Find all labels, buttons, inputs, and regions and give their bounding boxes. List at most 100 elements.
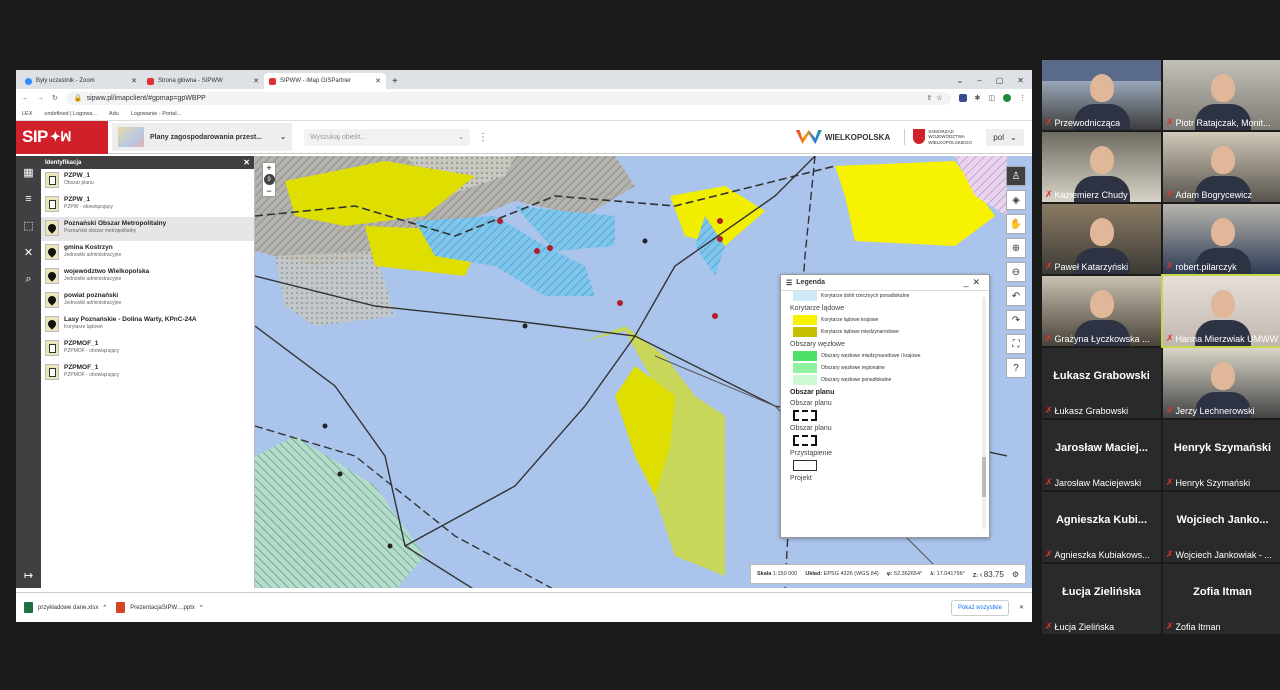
- participant-tile[interactable]: Łukasz Grabowski ✗ Łukasz Grabowski: [1042, 348, 1161, 418]
- tab-zoom[interactable]: Były uczestnik - Zoom ✕: [20, 73, 142, 89]
- map-point-marker[interactable]: [497, 218, 503, 224]
- identify-result-item[interactable]: PZPW_1 Obszar planu: [41, 169, 254, 193]
- back-icon[interactable]: ←: [22, 95, 29, 102]
- bookmark-lex[interactable]: LEX: [22, 111, 32, 117]
- redo-icon[interactable]: ↷: [1006, 310, 1026, 330]
- download-item[interactable]: przykładowe dane.xlsx ^: [24, 602, 106, 613]
- menu-icon[interactable]: ⋮: [1019, 94, 1026, 102]
- minimize-icon[interactable]: –: [977, 76, 981, 85]
- participant-tile[interactable]: ✗ Grażyna Łyczkowska ...: [1042, 276, 1161, 346]
- help-icon[interactable]: ?: [1006, 358, 1026, 378]
- participant-tile[interactable]: ✗ Hanna Mierzwiak UMWW: [1161, 274, 1280, 348]
- close-icon[interactable]: ✕: [243, 158, 250, 167]
- pin-icon: [46, 222, 58, 234]
- participant-tile[interactable]: Łucja Zielińska ✗ Łucja Zielińska: [1042, 564, 1161, 634]
- identify-result-item[interactable]: gmina Kostrzyn Jednostki administracyjne: [41, 241, 254, 265]
- tab-strona-glowna[interactable]: Strona główna - SIPWW ✕: [142, 73, 264, 89]
- address-bar[interactable]: 🔒 sipww.pl/imapclient/#gpmap=gpWBPP ⇪ ☆: [65, 91, 951, 105]
- legend-body[interactable]: Korytarze doliń rzecznych ponadlokalne K…: [781, 291, 989, 537]
- close-icon[interactable]: ✕: [375, 77, 381, 85]
- identify-result-item[interactable]: Poznański Obszar Metropolitalny Poznański…: [41, 217, 254, 241]
- share-icon[interactable]: ⇪: [926, 94, 932, 102]
- close-icon[interactable]: ✕: [253, 77, 259, 85]
- bookmark-logowanie[interactable]: undefined | Logowa...: [44, 111, 97, 117]
- forward-icon[interactable]: →: [37, 95, 44, 102]
- layer-selector[interactable]: Plany zagospodarowania przest... ⌄: [112, 123, 292, 151]
- participant-tile[interactable]: Wojciech Janko... ✗ Wojciech Jankowiak - .…: [1163, 492, 1280, 562]
- scale-value[interactable]: 1:150 000: [773, 571, 797, 577]
- participant-tile[interactable]: Agnieszka Kubi... ✗ Agnieszka Kubiakows...: [1042, 492, 1161, 562]
- participant-tile[interactable]: ✗ Piotr Ratajczak, Monit...: [1163, 60, 1280, 130]
- participant-tile[interactable]: ✗ Kaziemierz Chudy: [1042, 132, 1161, 202]
- show-all-downloads-button[interactable]: Pokaż wszystkie: [950, 599, 1009, 616]
- participant-tile[interactable]: Zofia Itman ✗ Zofia Itman: [1163, 564, 1280, 634]
- search-input[interactable]: Wyszukaj obiekt... ⌄: [304, 128, 470, 146]
- more-options-icon[interactable]: ⋮: [478, 132, 488, 143]
- zoom-out-icon[interactable]: ⊖: [1006, 262, 1026, 282]
- puzzle-icon[interactable]: ✱: [975, 94, 981, 102]
- result-title: gmina Kostrzyn: [64, 244, 113, 251]
- fullscreen-icon[interactable]: ⛶: [1006, 334, 1026, 354]
- chevron-down-icon: ⌄: [1009, 132, 1017, 142]
- participant-tile[interactable]: Jarosław Maciej... ✗ Jarosław Maciejewski: [1042, 420, 1161, 490]
- bookmark-adu[interactable]: Adu: [109, 111, 119, 117]
- map-point-marker[interactable]: [717, 218, 723, 224]
- bookmark-portal[interactable]: Logowanie - Portal...: [131, 111, 181, 117]
- crs-value[interactable]: EPSG 4326 (WGS 84): [824, 571, 879, 577]
- chevron-up-icon[interactable]: ^: [200, 605, 203, 611]
- identify-result-item[interactable]: PZPMOF_1 PZPMOF - obowiązujący: [41, 361, 254, 385]
- chevron-left-icon[interactable]: ‹: [980, 570, 983, 579]
- participant-tile[interactable]: ✗ Przewodnicząca: [1042, 60, 1161, 130]
- apps-grid-icon[interactable]: ▦: [23, 166, 33, 179]
- sipww-logo[interactable]: SIP ✦ꟽ: [16, 120, 108, 154]
- tab-sipww-imap[interactable]: SIPWW - iMap GISPartner ✕: [264, 73, 386, 89]
- layers-icon[interactable]: ◈: [1006, 190, 1026, 210]
- map-point-marker[interactable]: [534, 248, 540, 254]
- participant-tile[interactable]: ✗ Paweł Katarzyński: [1042, 204, 1161, 274]
- profile-avatar[interactable]: [1003, 94, 1011, 102]
- close-window-icon[interactable]: ✕: [1017, 76, 1024, 85]
- identify-result-item[interactable]: PZPMOF_1 PZPMOF - obowiązujący: [41, 337, 254, 361]
- new-tab-button[interactable]: +: [386, 76, 404, 89]
- zoom-in-button[interactable]: +: [266, 163, 271, 173]
- language-select[interactable]: pol ⌄: [986, 128, 1024, 146]
- close-icon[interactable]: ✕: [1019, 604, 1024, 611]
- identify-result-item[interactable]: PZPW_1 PZPW - obowiązujący: [41, 193, 254, 217]
- zoom-in-icon[interactable]: ⊕: [1006, 238, 1026, 258]
- participant-tile[interactable]: ✗ robert.pilarczyk: [1163, 204, 1280, 274]
- bookmark-star-icon[interactable]: ☆: [936, 94, 942, 102]
- legend-scrollbar[interactable]: [982, 297, 986, 529]
- legend-scroll-thumb[interactable]: [982, 457, 986, 497]
- identify-result-item[interactable]: Lasy Poznańskie - Dolina Warty, KPnC-24A…: [41, 313, 254, 337]
- settings-gear-icon[interactable]: ⚙: [1012, 570, 1019, 579]
- tab-search-icon[interactable]: ⌄: [957, 76, 964, 85]
- pan-hand-icon[interactable]: ✋: [1006, 214, 1026, 234]
- tools-icon[interactable]: ✕: [24, 246, 33, 259]
- legend-window-controls[interactable]: _✕: [963, 277, 984, 288]
- participant-tile[interactable]: Henryk Szymański ✗ Henryk Szymański: [1163, 420, 1280, 490]
- search-icon[interactable]: ⌕: [25, 273, 31, 286]
- extension-icon[interactable]: [958, 94, 967, 102]
- identify-icon[interactable]: ≡: [25, 193, 31, 205]
- map-point-marker[interactable]: [617, 300, 623, 306]
- download-item[interactable]: PrezentacjaSIPW....pptx ^: [116, 602, 203, 613]
- undo-icon[interactable]: ↶: [1006, 286, 1026, 306]
- map-point-marker[interactable]: [547, 245, 553, 251]
- participant-tile[interactable]: ✗ Adam Bogrycewicz: [1163, 132, 1280, 202]
- map-view[interactable]: + 9 − ♙ ◈ ✋ ⊕ ⊖ ↶ ↷ ⛶ ? ☰ Legenda _✕ Kor…: [255, 156, 1032, 588]
- close-icon[interactable]: ✕: [131, 77, 137, 85]
- identify-result-item[interactable]: powiat poznański Jednostki administracyjn…: [41, 289, 254, 313]
- reload-icon[interactable]: ↻: [52, 94, 58, 102]
- identify-result-item[interactable]: województwo Wielkopolska Jednostki admini…: [41, 265, 254, 289]
- expand-panel-icon[interactable]: ↦: [24, 569, 33, 582]
- maximize-icon[interactable]: ▢: [996, 76, 1004, 85]
- map-point-marker[interactable]: [712, 313, 718, 319]
- sidepanel-icon[interactable]: ◫: [988, 94, 995, 102]
- select-area-icon[interactable]: ⬚: [23, 219, 33, 232]
- participant-tile[interactable]: ✗ Jerzy Lechnerowski: [1163, 348, 1280, 418]
- street-view-icon[interactable]: ♙: [1006, 166, 1026, 186]
- zoom-out-button[interactable]: −: [266, 186, 271, 196]
- chevron-up-icon[interactable]: ^: [103, 605, 106, 611]
- participant-display-name: Łukasz Grabowski: [1053, 370, 1150, 382]
- map-point-marker[interactable]: [717, 236, 723, 242]
